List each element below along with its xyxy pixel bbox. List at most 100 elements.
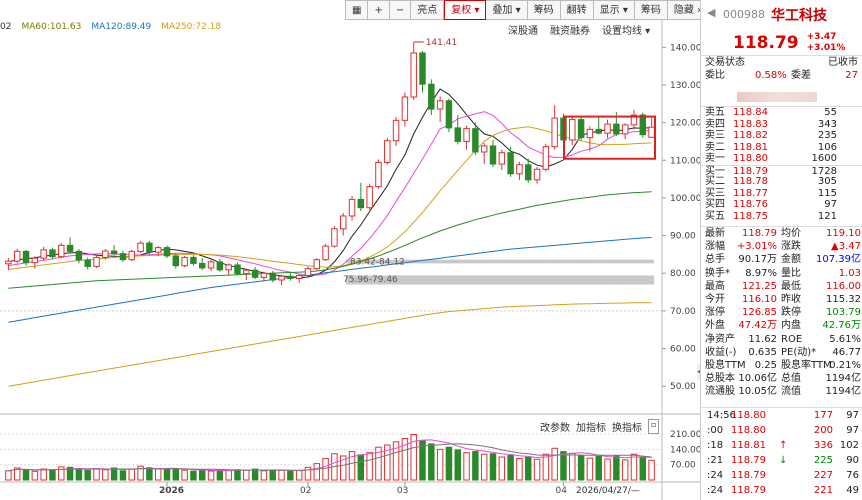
volume-bar [507, 455, 514, 481]
price-axis-label: 140.00 [670, 43, 700, 53]
zoom-in-icon[interactable]: + [368, 0, 390, 20]
stat-value: 115.32 [826, 293, 861, 305]
volume-bar [102, 469, 109, 481]
candle-body [128, 250, 135, 261]
volume-bar [542, 453, 550, 481]
order-book-row: 买五 118.75 121 [701, 211, 862, 223]
ratio-value: 0.58% [755, 70, 787, 81]
stats-row: 最高 121.25 最低 116.00 [701, 280, 862, 293]
ma-legend-item-ma250: MA250:72.18 [161, 22, 222, 32]
tick-arrow: ↓ [779, 455, 788, 466]
price-axis-label: 90.00 [670, 232, 696, 242]
candle-body [269, 272, 276, 281]
chips-button[interactable]: 筹码 [527, 0, 561, 20]
stats-row: 涨停 126.85 跌停 103.79 [701, 306, 862, 319]
candle-body [648, 126, 655, 138]
stats-row: 收益(-) 0.635 PE(动)* 46.77 [701, 346, 862, 359]
stat-value: 10.06亿 [738, 373, 777, 385]
chips-button-2[interactable]: 筹码 [634, 0, 668, 20]
ma-legend-item-0: 02 [0, 22, 12, 32]
volume-bar [480, 453, 488, 481]
ma-settings-link[interactable]: 设置均线 ▾ [602, 22, 650, 37]
edit-params-button[interactable]: 改参数 [540, 419, 570, 434]
candle-body [154, 247, 162, 253]
stat-value: 1194亿 [825, 386, 861, 398]
stat-label: 流通股 [705, 386, 735, 398]
tick-price: 118.80 [731, 425, 766, 436]
stat-value: 116.00 [826, 280, 861, 292]
candle-body [569, 119, 576, 141]
back-icon[interactable]: ◀ [707, 6, 715, 19]
price-axis-label: 120.00 [670, 119, 700, 129]
order-book-row: 买四 118.76 97 [701, 199, 862, 211]
cursor-date-label: 2026/04/27/— [576, 486, 640, 496]
candle-body [313, 259, 321, 270]
stat-value: 103.79 [826, 307, 861, 319]
order-volume: 121 [817, 210, 837, 222]
price-change-pct: +3.01% [806, 42, 846, 53]
order-volume: 106 [817, 141, 837, 153]
tick-count: 97 [846, 425, 859, 436]
tick-time: :00 [707, 425, 724, 436]
tick-volume: 336 [813, 440, 833, 451]
tick-time: :24 [707, 485, 724, 496]
volume-bar [630, 453, 638, 481]
candle-body [322, 245, 329, 261]
candle-body [331, 228, 338, 247]
volume-bar [613, 455, 620, 481]
candle-body [480, 145, 488, 153]
tick-row: 14:56 118.80 177 97 [701, 408, 862, 423]
stat-value: 126.85 [742, 307, 777, 319]
display-button-label: 显示 [599, 5, 620, 16]
volume-bar [313, 463, 321, 481]
candle-body [22, 250, 30, 264]
change-block: +3.47 +3.01% [807, 32, 846, 54]
candle-body [243, 269, 250, 275]
candle-body [102, 250, 109, 258]
order-book-row: 卖三 118.82 235 [701, 130, 862, 142]
calendar-icon[interactable]: ▦ [345, 0, 369, 20]
stats-table: 最新 118.79 均价 119.10 涨幅 +3.01% 涨跌 ▲3.47 总手 90.17万金… [701, 226, 862, 398]
candle-body [110, 250, 118, 255]
order-price: 118.81 [733, 141, 768, 153]
volume-bar [560, 451, 567, 481]
tick-row: :21 118.79 ↓ 225 90 [701, 453, 862, 468]
candle-body [401, 96, 409, 121]
order-book-row: 卖五 118.84 55 [701, 107, 862, 119]
highlight-button[interactable]: 亮点 [411, 0, 445, 20]
display-button[interactable]: 显示 ▾ [593, 0, 635, 20]
stat-label: 股息率TTM [781, 359, 832, 371]
volume-bar [428, 443, 435, 481]
margin-trading-link[interactable]: 融资融券 [550, 22, 590, 37]
stat-label: 总值 [781, 373, 801, 385]
volume-bar [84, 469, 91, 481]
stats-row: 股息TTM 0.25 股息率TTM 0.21% [701, 359, 862, 372]
candle-body [586, 128, 594, 139]
stat-value: 0.635 [748, 346, 777, 358]
stat-value: 1194亿 [825, 373, 861, 385]
order-book-row: 卖一 118.80 1600 [701, 153, 862, 165]
flip-button[interactable]: 翻转 [560, 0, 594, 20]
overlay-button[interactable]: 叠加 ▾ [486, 0, 528, 20]
adjust-button[interactable]: 复权 ▾ [444, 0, 487, 20]
stat-value: 47.42万 [738, 320, 777, 332]
candle-body [58, 244, 65, 258]
candle-body [516, 164, 523, 175]
indicator-menu-icon[interactable]: ▫ [648, 419, 660, 434]
candle-body [375, 162, 382, 188]
stat-label: 量比 [781, 267, 801, 279]
switch-indicator-button[interactable]: 换指标 [612, 419, 642, 434]
order-volume: 115 [817, 187, 837, 199]
hk-connect-link[interactable]: 深股通 [508, 22, 538, 37]
candle-body [225, 264, 232, 271]
order-book: 卖五 118.84 55 卖四 118.83 343 卖三 118.82 235 卖二 118.81… [701, 106, 862, 222]
order-volume: 97 [824, 199, 837, 210]
volume-bar [216, 469, 224, 481]
add-indicator-button[interactable]: 加指标 [576, 419, 606, 434]
stat-label: PE(动)* [781, 346, 817, 358]
zoom-out-icon[interactable]: − [389, 0, 412, 20]
tick-time: :24 [707, 470, 724, 481]
price-change: +3.47 [806, 31, 837, 42]
volume-bar [260, 470, 268, 481]
candle-body [498, 152, 506, 165]
